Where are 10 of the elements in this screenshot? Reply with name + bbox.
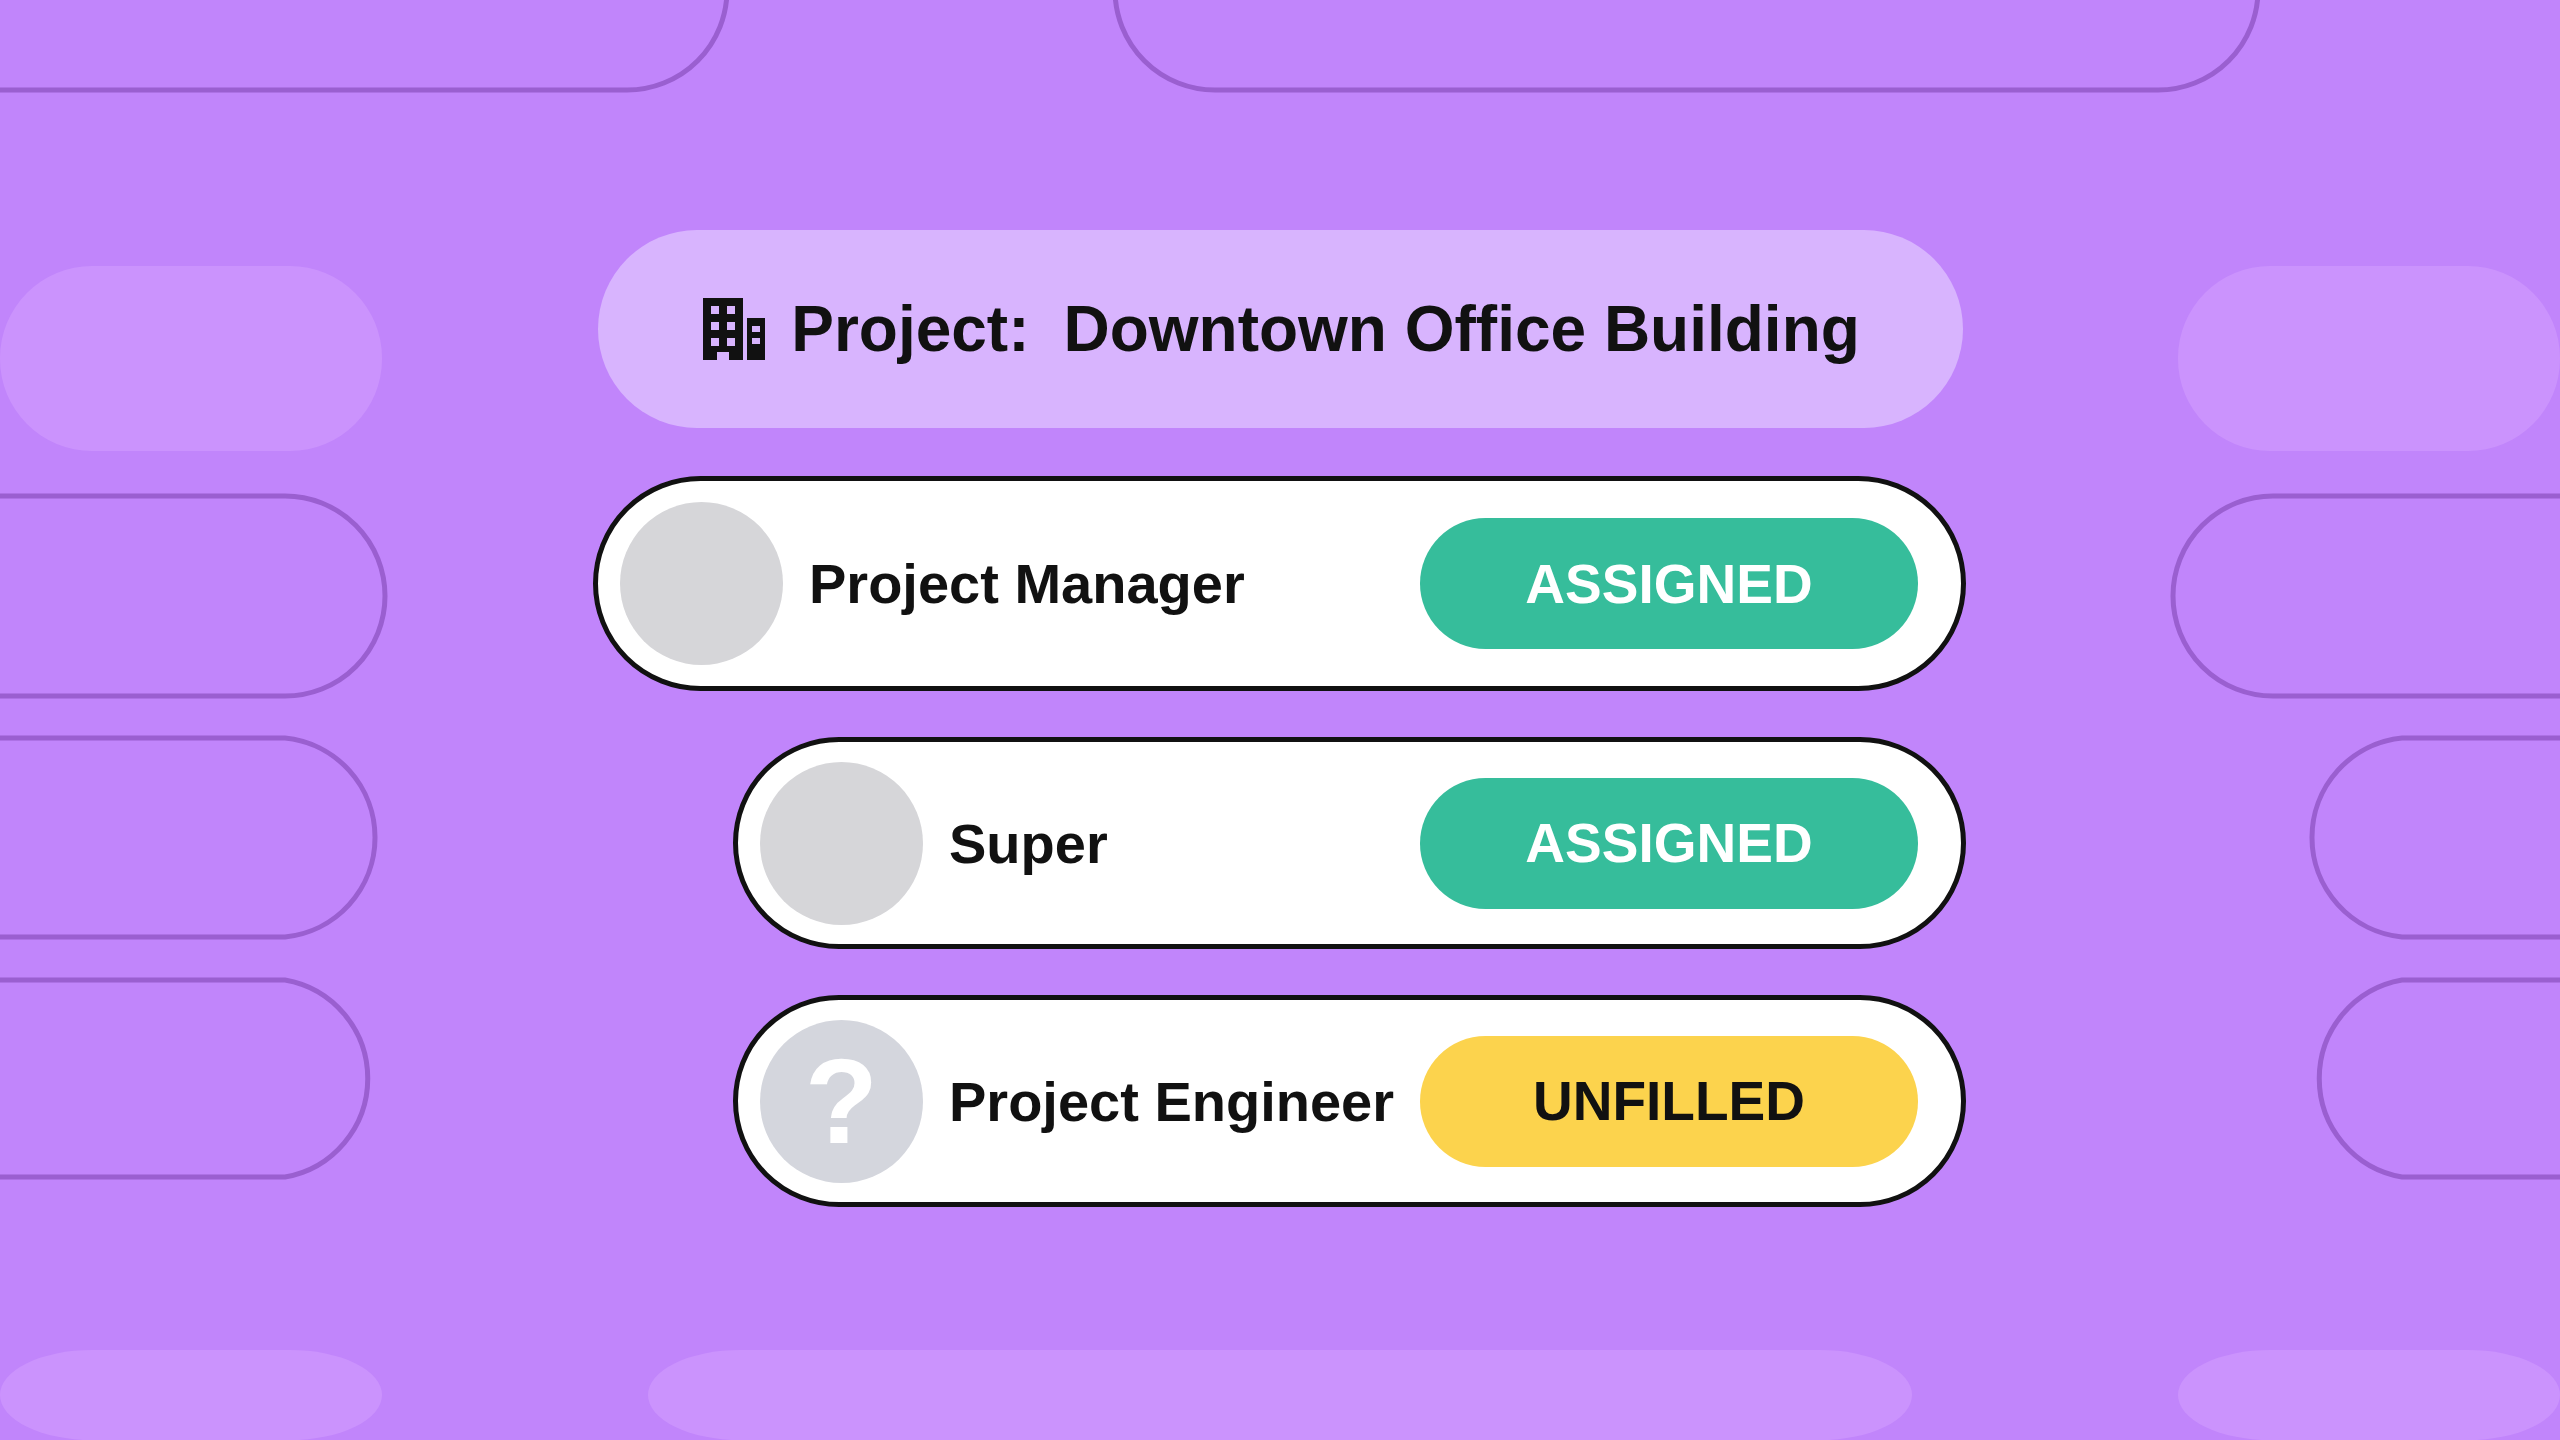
role-name: Project Manager xyxy=(809,551,1246,616)
status-badge: ASSIGNED xyxy=(1420,518,1918,649)
status-badge: ASSIGNED xyxy=(1420,777,1918,909)
project-label: Project: xyxy=(791,292,1030,366)
building-icon xyxy=(701,296,768,362)
role-name: Project Engineer xyxy=(949,1068,1396,1134)
role-name: Super xyxy=(949,810,1109,876)
unknown-avatar: ? xyxy=(760,1019,923,1183)
project-title: Downtown Office Building xyxy=(1063,292,1860,366)
status-badge: UNFILLED xyxy=(1420,1035,1918,1167)
